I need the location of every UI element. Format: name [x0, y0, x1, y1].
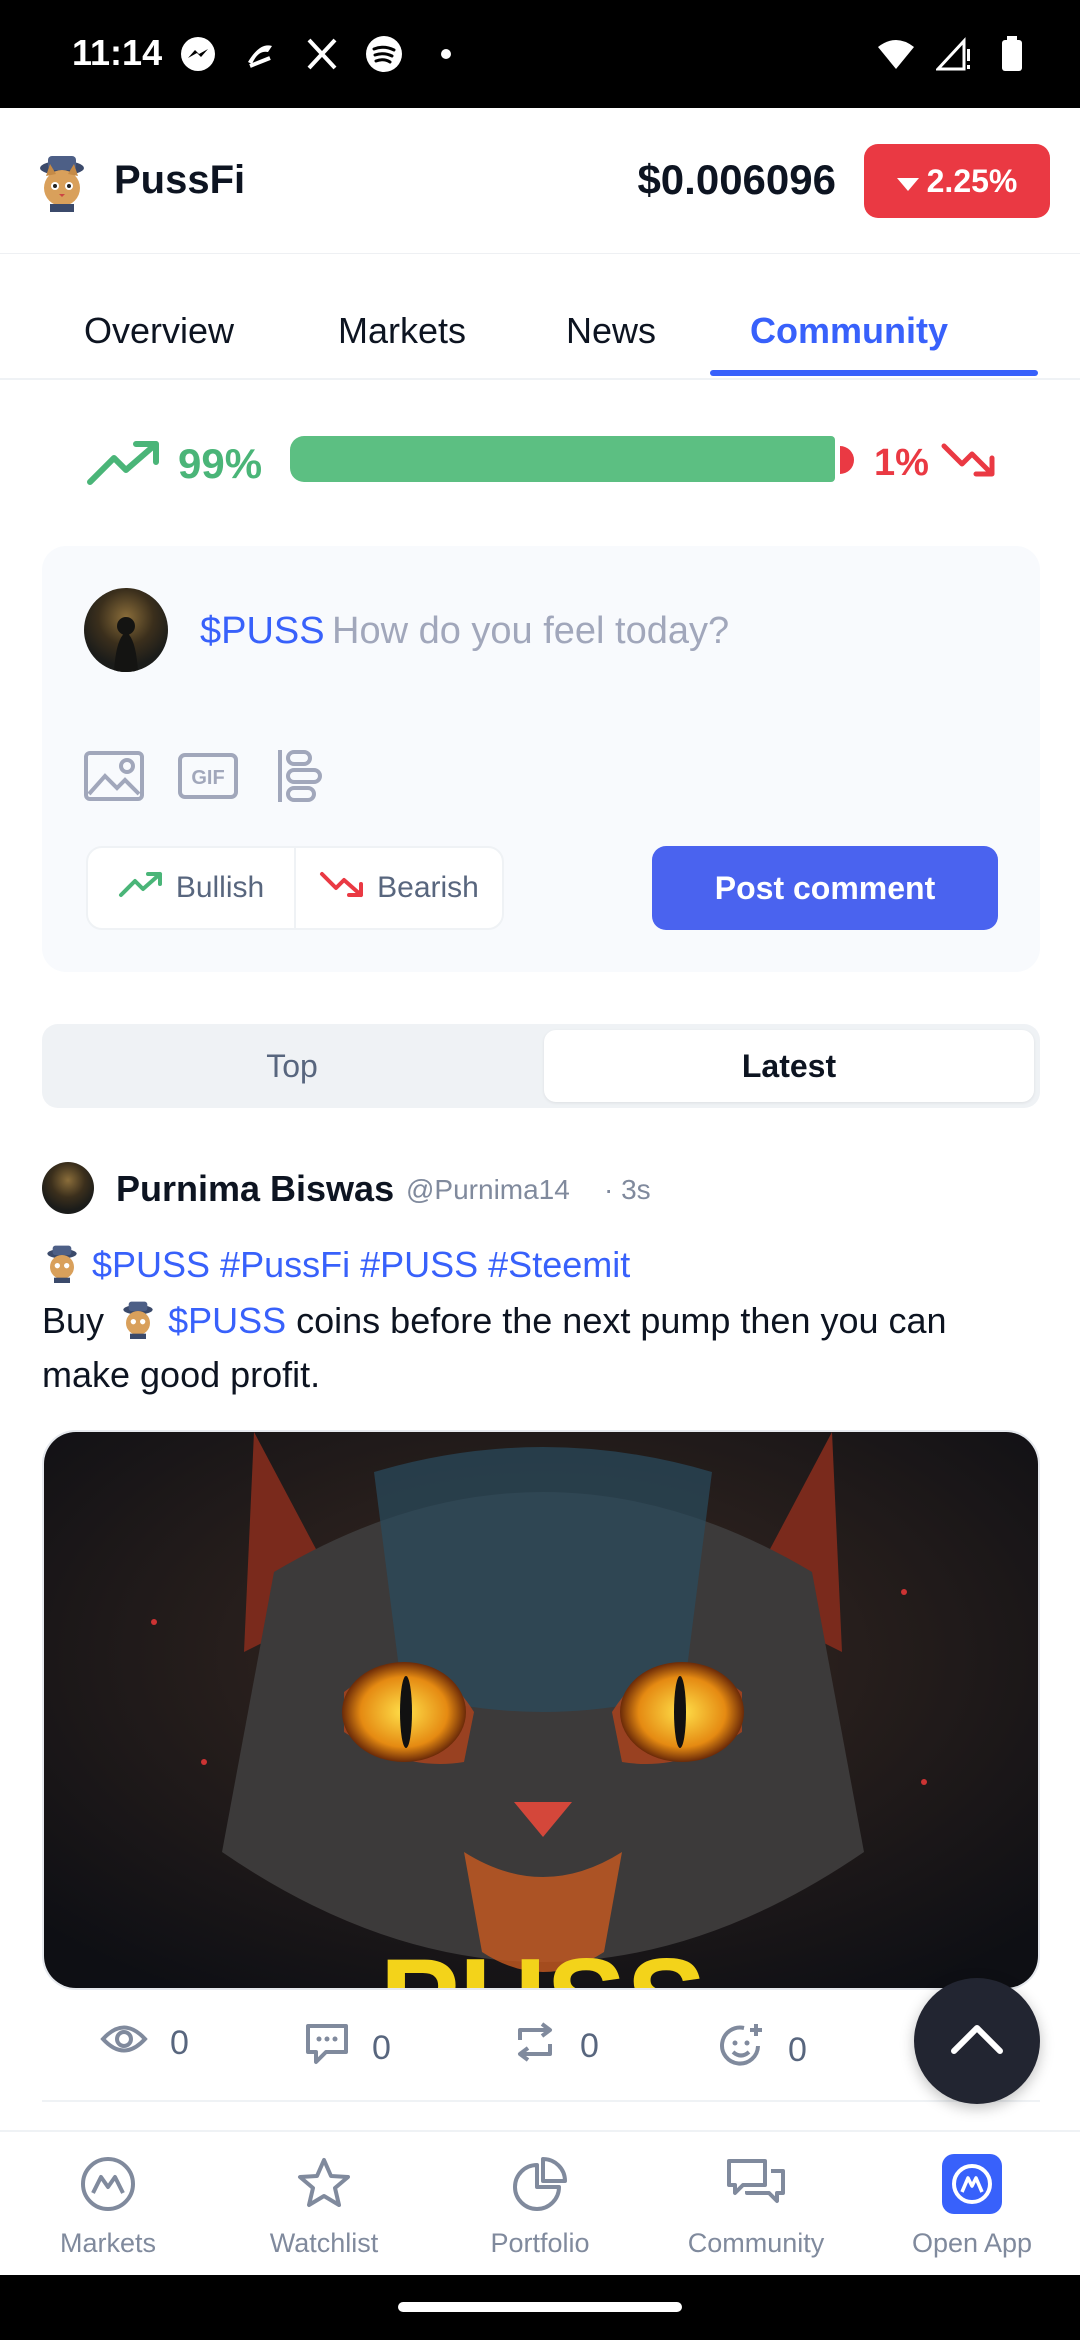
- nav-watchlist-label: Watchlist: [269, 2228, 379, 2258]
- stylus-icon: [240, 34, 280, 74]
- signal-icon: [934, 34, 974, 74]
- bullish-percent: 99%: [178, 440, 263, 487]
- add-reaction-icon: [718, 2022, 766, 2079]
- image-icon[interactable]: [82, 744, 146, 808]
- post-author-name[interactable]: Purnima Biswas: [116, 1168, 394, 1210]
- status-time: 11:14: [72, 32, 163, 73]
- bottom-navigation: Markets Watchlist Portfolio Community Op…: [0, 2130, 1080, 2275]
- wifi-icon: [876, 34, 916, 74]
- tab-markets[interactable]: Markets: [338, 310, 466, 352]
- repost-icon: [512, 2022, 558, 2071]
- comments-count: 0: [372, 2029, 391, 2067]
- home-indicator[interactable]: [398, 2302, 682, 2312]
- coin-header: PussFi $0.006096 2.25%: [0, 108, 1080, 254]
- post-body-ticker[interactable]: $PUSS: [168, 1300, 286, 1341]
- price-change-badge: 2.25%: [864, 144, 1050, 218]
- community-sentiment-bar: 99% 1%: [0, 420, 1080, 504]
- bullish-label: Bullish: [175, 871, 265, 904]
- comments-stat[interactable]: 0: [304, 2022, 391, 2075]
- views-count: 0: [170, 2024, 189, 2062]
- markets-icon: [8, 2152, 208, 2216]
- views-stat[interactable]: 0: [100, 2022, 189, 2065]
- divider: [42, 2100, 1040, 2102]
- system-icons: [876, 34, 1032, 74]
- app-logo-icon: [872, 2152, 1072, 2216]
- pussfi-logo-icon: [42, 1243, 82, 1283]
- nav-watchlist[interactable]: Watchlist: [224, 2152, 424, 2259]
- active-tab-indicator: [710, 370, 1038, 376]
- nav-portfolio-label: Portfolio: [490, 2228, 590, 2258]
- bearish-label: Bearish: [377, 871, 479, 904]
- sort-latest-button[interactable]: Latest: [544, 1030, 1034, 1102]
- eye-icon: [100, 2022, 148, 2065]
- post-comment-button[interactable]: Post comment: [652, 846, 998, 930]
- tab-community[interactable]: Community: [750, 310, 948, 352]
- post-image-text: PUSS: [380, 1934, 707, 1990]
- composer-ticker: $PUSS: [200, 610, 325, 652]
- post-image[interactable]: PUSS: [42, 1430, 1040, 1990]
- bullish-button[interactable]: Bullish: [88, 848, 294, 928]
- user-avatar: [84, 588, 168, 672]
- notification-icons: [178, 34, 466, 74]
- coin-name: PussFi: [114, 158, 246, 202]
- trending-up-icon: [86, 438, 162, 491]
- nav-markets[interactable]: Markets: [8, 2152, 208, 2259]
- comment-input[interactable]: How do you feel today?: [332, 610, 729, 653]
- dot-icon: [426, 34, 466, 74]
- price-change-value: 2.25%: [926, 162, 1018, 199]
- nav-markets-label: Markets: [59, 2228, 157, 2258]
- post-tags[interactable]: $PUSS #PussFi #PUSS #Steemit: [92, 1244, 630, 1285]
- gif-icon[interactable]: GIF: [176, 744, 240, 808]
- coin-price: $0.006096: [637, 156, 836, 203]
- nav-portfolio[interactable]: Portfolio: [440, 2152, 640, 2259]
- messenger-icon: [178, 34, 218, 74]
- bearish-button[interactable]: Bearish: [294, 848, 502, 928]
- spotify-icon: [364, 34, 404, 74]
- pussfi-logo-icon: [32, 152, 92, 212]
- caret-down-icon: [896, 163, 919, 200]
- chevron-up-icon: [950, 2023, 1004, 2060]
- reactions-stat[interactable]: 0: [718, 2022, 807, 2079]
- nav-open-app[interactable]: Open App: [872, 2152, 1072, 2259]
- status-bar: 11:14: [0, 0, 1080, 108]
- trending-down-icon: [319, 870, 365, 906]
- tab-news[interactable]: News: [566, 310, 656, 352]
- comment-icon: [304, 2022, 350, 2075]
- post-body-line-2: make good profit.: [42, 1354, 321, 1395]
- battery-icon: [992, 34, 1032, 74]
- chat-icon: [656, 2152, 856, 2216]
- post-body-buy: Buy: [42, 1300, 105, 1341]
- nav-community[interactable]: Community: [656, 2152, 856, 2259]
- bearish-bar-fill: [840, 446, 854, 474]
- scroll-to-top-button[interactable]: [914, 1978, 1040, 2104]
- tab-overview[interactable]: Overview: [84, 310, 234, 352]
- comment-composer: $PUSS How do you feel today? GIF Bullish…: [42, 546, 1040, 972]
- post-author-handle[interactable]: @Purnima14: [406, 1174, 570, 1206]
- reposts-stat[interactable]: 0: [512, 2022, 599, 2071]
- x-icon: [302, 34, 342, 74]
- nav-open-app-label: Open App: [911, 2228, 1033, 2258]
- post-timestamp: · 3s: [604, 1174, 651, 1205]
- post-tags-line: $PUSS #PussFi #PUSS #Steemit: [42, 1238, 630, 1292]
- sort-top-button[interactable]: Top: [42, 1024, 542, 1108]
- pussfi-logo-icon: [118, 1299, 158, 1339]
- tab-bar: Overview Markets News Community: [0, 254, 1080, 380]
- post-body-line-1: Buy $PUSS coins before the next pump the…: [42, 1294, 947, 1348]
- reposts-count: 0: [580, 2027, 599, 2065]
- post-author-avatar[interactable]: [42, 1162, 94, 1214]
- post-body-rest: coins before the next pump then you can: [296, 1300, 947, 1341]
- poll-icon[interactable]: [268, 744, 332, 808]
- star-icon: [224, 2152, 424, 2216]
- pie-chart-icon: [440, 2152, 640, 2216]
- bullish-bar-fill: [290, 436, 835, 482]
- nav-community-label: Community: [687, 2228, 825, 2258]
- svg-text:GIF: GIF: [191, 767, 224, 789]
- bearish-percent: 1%: [874, 442, 929, 484]
- trending-up-icon: [118, 870, 164, 906]
- reactions-count: 0: [788, 2031, 807, 2069]
- gesture-bar: [0, 2275, 1080, 2340]
- trending-down-icon: [940, 440, 998, 485]
- sort-toggle: Top Latest: [42, 1024, 1040, 1108]
- sentiment-selector: Bullish Bearish: [86, 846, 504, 930]
